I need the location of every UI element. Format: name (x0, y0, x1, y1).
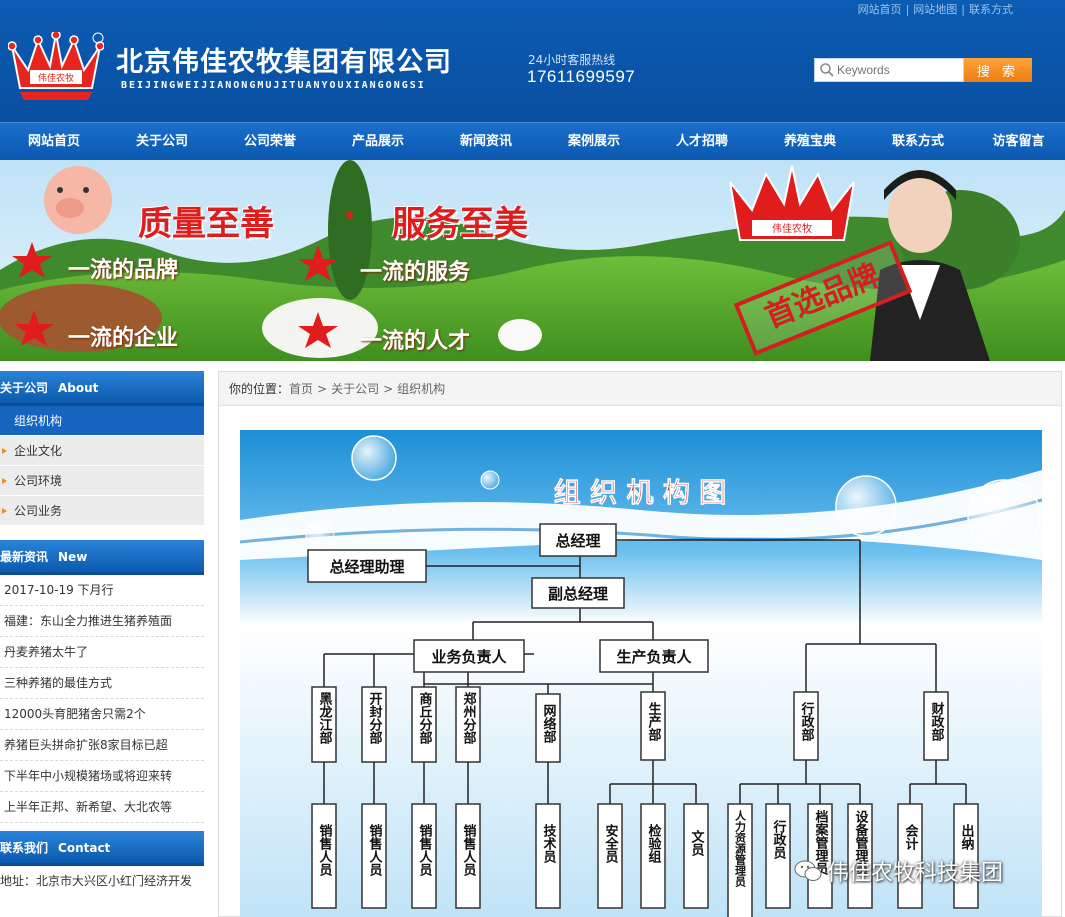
sidebar-contact-title-en: Contact (58, 841, 111, 855)
news-item[interactable]: 12000头育肥猪舍只需2个 (0, 699, 204, 730)
news-item[interactable]: 福建：东山全力推进生猪养殖面 (0, 606, 204, 637)
org-branch-kaifeng: 开封分部 (367, 692, 383, 745)
org-gm-assistant: 总经理助理 (329, 558, 404, 576)
goose-shape (498, 319, 542, 351)
org-inspection-team: 检验组 (646, 823, 662, 864)
banner-crown-text: 伟佳农牧 (772, 222, 812, 235)
org-tech-staff: 技术员 (541, 823, 558, 864)
contact-address: 地址：北京市大兴区小红门经济开发 (0, 874, 193, 888)
org-safety-officer: 安全员 (603, 823, 620, 864)
site-header: 网站首页 | 网站地图 | 联系方式 伟佳农牧 北京伟佳农牧集团有限公司 BEIJING… (0, 0, 1065, 122)
nav-news[interactable]: 新闻资讯 (432, 123, 540, 160)
sidebar-item-culture[interactable]: 企业文化 (0, 436, 204, 466)
wechat-icon (794, 860, 822, 881)
banner-tag-enterprise: 一流的企业 (68, 326, 179, 351)
nav-about[interactable]: 关于公司 (108, 123, 216, 160)
org-chart: 组 织 机 构 图 总经理 总经理助理 副总经理 业务负责人 生产负责人 黑龙江… (240, 430, 1042, 917)
org-hr-admin: 人力资源管理员 (734, 809, 747, 888)
breadcrumb-about[interactable]: 关于公司 (331, 382, 379, 396)
banner-slogan-service: 服务至美 (392, 204, 528, 244)
org-accountant: 会计 (903, 823, 919, 851)
news-item[interactable]: 上半年正邦、新希望、大北农等 (0, 792, 204, 823)
org-branch-zhengzhou: 郑州分部 (461, 691, 478, 745)
org-clerk: 文员 (689, 829, 705, 857)
main-nav: 网站首页 关于公司 公司荣誉 产品展示 新闻资讯 案例展示 人才招聘 养殖宝典 … (0, 122, 1065, 160)
sidebar: 关于公司 About 组织机构 企业文化 公司环境 公司业务 最新资讯 New 20… (0, 371, 204, 917)
sidebar-item-business[interactable]: 公司业务 (0, 496, 204, 526)
hotline-label: 24小时客服热线 (528, 53, 616, 67)
hero-banner[interactable]: 伟佳农牧 质量至善 · 服务至美 一流的品牌 一流的服务 一流的企业 一流的人才… (0, 160, 1065, 361)
banner-slogan-dot: · (343, 196, 356, 236)
main-content: 你的位置：首页 > 关于公司 > 组织机构 组 织 机 构 图 总经理 总经理助… (218, 371, 1062, 917)
search-icon (820, 63, 834, 77)
org-cashier: 出纳 (959, 823, 975, 851)
nav-jobs[interactable]: 人才招聘 (648, 123, 756, 160)
org-sales-staff: 销售人员 (417, 823, 433, 877)
sidebar-news-title-en: New (58, 550, 88, 564)
search-button[interactable]: 搜 索 (964, 58, 1032, 82)
sidebar-contact-header: 联系我们 Contact (0, 831, 204, 866)
logo-text: 伟佳农牧 (38, 72, 74, 84)
org-deputy-gm: 副总经理 (548, 585, 608, 603)
search-box (814, 58, 964, 82)
news-item[interactable]: 下半年中小规模猪场或将迎来转 (0, 761, 204, 792)
org-network-dept: 网络部 (541, 704, 557, 744)
hotline-number: 17611699597 (527, 67, 636, 86)
news-item[interactable]: 养猪巨头拼命扩张8家目标已超 (0, 730, 204, 761)
nav-contact[interactable]: 联系方式 (864, 123, 972, 160)
nav-products[interactable]: 产品展示 (324, 123, 432, 160)
banner-slogan-quality: 质量至善 (138, 204, 274, 244)
sidebar-about-title-cn: 关于公司 (0, 381, 49, 395)
breadcrumb-current: 组织机构 (397, 382, 446, 396)
org-branch-shangqiu: 商丘分部 (417, 691, 433, 745)
org-branch-heilongjiang: 黑龙江部 (317, 692, 333, 745)
brand-name-en: BEIJINGWEIJIANONGMUJITUANYOUXIANGONGSI (121, 80, 426, 91)
org-finance-dept: 财政部 (929, 701, 945, 742)
breadcrumb-label: 你的位置： (229, 382, 290, 396)
news-item[interactable]: 三种养猪的最佳方式 (0, 668, 204, 699)
nav-home[interactable]: 网站首页 (0, 123, 108, 160)
org-sales-staff: 销售人员 (367, 823, 383, 877)
bubble-decoration (351, 435, 397, 481)
sidebar-about-title-en: About (58, 381, 99, 395)
breadcrumb-home[interactable]: 首页 (289, 382, 313, 396)
org-general-manager: 总经理 (555, 532, 600, 550)
toplink-home[interactable]: 网站首页 (858, 3, 902, 16)
sidebar-about-header: 关于公司 About (0, 371, 204, 406)
org-production-dept: 生产部 (646, 701, 662, 742)
banner-tag-service: 一流的服务 (360, 260, 471, 285)
sidebar-news-title-cn: 最新资讯 (0, 550, 49, 564)
toplink-contact[interactable]: 联系方式 (969, 3, 1013, 16)
org-chart-title: 组 织 机 构 图 (554, 477, 727, 509)
toplink-sitemap[interactable]: 网站地图 (913, 3, 957, 16)
banner-tag-talent: 一流的人才 (360, 329, 471, 354)
brand-name-cn: 北京伟佳农牧集团有限公司 (116, 47, 452, 78)
org-business-head: 业务负责人 (431, 648, 507, 666)
nav-breeding-guide[interactable]: 养殖宝典 (756, 123, 864, 160)
sidebar-item-environment[interactable]: 公司环境 (0, 466, 204, 496)
crown-logo-icon[interactable]: 伟佳农牧 (8, 32, 104, 102)
wechat-watermark: 伟佳农牧科技集团 (793, 855, 1003, 887)
org-production-head: 生产负责人 (616, 648, 692, 666)
org-sales-staff: 销售人员 (461, 823, 477, 877)
search-input[interactable] (837, 63, 957, 77)
sidebar-item-org-structure[interactable]: 组织机构 (0, 406, 204, 436)
nav-guestbook[interactable]: 访客留言 (972, 123, 1065, 160)
sidebar-news-header: 最新资讯 New (0, 540, 204, 575)
top-links: 网站首页 | 网站地图 | 联系方式 (857, 3, 1013, 16)
nav-cases[interactable]: 案例展示 (540, 123, 648, 160)
banner-tag-brand: 一流的品牌 (68, 258, 179, 283)
sidebar-contact-title-cn: 联系我们 (0, 841, 49, 855)
watermark-text: 伟佳农牧科技集团 (827, 861, 1004, 886)
org-admin-dept: 行政部 (799, 701, 816, 742)
news-list: 2017-10-19 下月行 福建：东山全力推进生猪养殖面 丹麦养猪太牛了 三种… (0, 575, 204, 823)
org-admin-staff: 行政员 (771, 819, 788, 860)
org-sales-staff: 销售人员 (317, 823, 333, 877)
news-item[interactable]: 2017-10-19 下月行 (0, 575, 204, 606)
spokesperson-face (888, 177, 952, 253)
nav-honors[interactable]: 公司荣誉 (216, 123, 324, 160)
news-item[interactable]: 丹麦养猪太牛了 (0, 637, 204, 668)
breadcrumb: 你的位置：首页 > 关于公司 > 组织机构 (219, 372, 1061, 406)
